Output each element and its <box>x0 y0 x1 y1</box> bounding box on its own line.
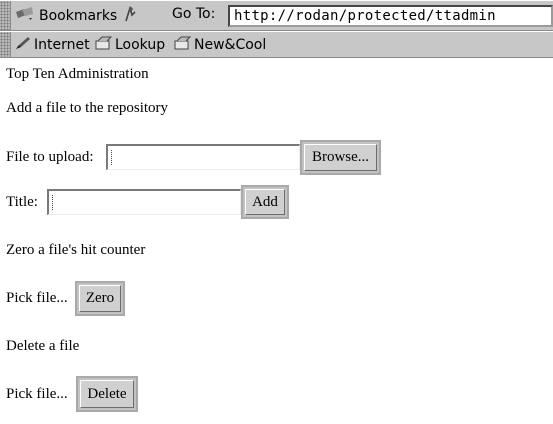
add-section-heading: Add a file to the repository <box>6 100 169 116</box>
delete-section-heading: Delete a file <box>6 338 80 354</box>
bookmarks-menu[interactable]: Bookmarks <box>14 5 140 26</box>
page-title: Top Ten Administration <box>6 66 149 82</box>
delete-button-frame: Delete <box>76 376 138 412</box>
file-upload-label: File to upload: <box>6 149 94 165</box>
link-internet-label: Internet <box>34 37 90 53</box>
pick-file-label-zero: Pick file... <box>6 290 68 306</box>
add-button-frame: Add <box>241 185 289 219</box>
file-upload-input[interactable] <box>106 144 300 170</box>
folder-icon <box>174 36 192 54</box>
browse-button[interactable]: Browse... <box>304 144 377 171</box>
personal-toolbar: Internet Lookup New&Cool <box>0 31 553 58</box>
browse-button-frame: Browse... <box>300 140 381 175</box>
location-field[interactable]: http://rodan/protected/ttadmin <box>228 5 553 27</box>
delete-button[interactable]: Delete <box>80 380 134 408</box>
toolbar-grip[interactable] <box>0 1 11 30</box>
zero-button-frame: Zero <box>75 281 125 316</box>
goto-label: Go To: <box>172 6 216 22</box>
zero-button[interactable]: Zero <box>79 285 121 312</box>
link-lookup[interactable]: Lookup <box>95 36 165 54</box>
link-lookup-label: Lookup <box>115 37 166 53</box>
link-newcool-label: New&Cool <box>194 37 267 53</box>
title-label: Title: <box>6 194 38 210</box>
link-internet[interactable]: Internet <box>15 36 90 54</box>
location-toolbar: Bookmarks Go To: http://rodan/protected/… <box>0 0 553 31</box>
zero-section-heading: Zero a file's hit counter <box>6 242 146 258</box>
pick-file-label-delete: Pick file... <box>6 386 68 402</box>
title-input[interactable] <box>47 189 241 215</box>
bookmarks-label: Bookmarks <box>39 8 118 24</box>
toolbar-grip[interactable] <box>0 32 11 57</box>
drag-bookmark-icon <box>123 5 137 26</box>
link-newcool[interactable]: New&Cool <box>174 36 266 54</box>
folder-icon <box>95 36 113 54</box>
bookmark-icon <box>14 6 36 26</box>
text-caret <box>111 150 113 165</box>
pen-icon <box>15 36 31 54</box>
text-caret <box>52 195 54 210</box>
add-button[interactable]: Add <box>245 189 285 215</box>
